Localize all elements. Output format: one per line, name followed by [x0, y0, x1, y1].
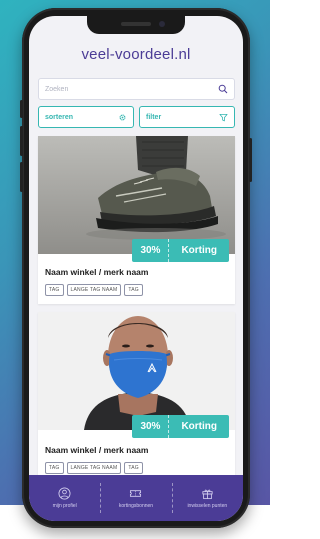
funnel-icon — [219, 113, 228, 121]
search-input[interactable]: Zoeken — [38, 78, 235, 100]
user-icon — [58, 487, 71, 500]
app-logo[interactable]: veel-voordeel.nl — [81, 46, 190, 63]
app-header: veel-voordeel.nl — [29, 34, 243, 74]
gift-icon — [202, 489, 213, 500]
discount-label: Korting — [181, 421, 217, 432]
gear-icon — [119, 114, 126, 120]
phone-notch — [87, 16, 185, 34]
filter-button[interactable]: filter — [139, 106, 235, 128]
phone-side-button — [20, 100, 23, 118]
tag[interactable]: LANGE TAG NAAM — [66, 284, 122, 296]
discount-percentage: 30% — [132, 239, 170, 262]
tag-list: TAG LANGE TAG NAAM TAG — [45, 462, 143, 474]
nav-label: inwisselen punten — [187, 503, 228, 509]
discount-badge[interactable]: 30% Korting — [132, 239, 229, 262]
nav-label: mijn profiel — [52, 503, 77, 509]
phone-volume-up — [20, 126, 23, 156]
card-title: Naam winkel / merk naam — [45, 267, 149, 277]
discount-percentage: 30% — [132, 415, 170, 438]
sort-label: sorteren — [45, 113, 74, 121]
search-placeholder: Zoeken — [45, 85, 69, 93]
sort-button[interactable]: sorteren — [38, 106, 134, 128]
discount-badge[interactable]: 30% Korting — [132, 415, 229, 438]
tag-list: TAG LANGE TAG NAAM TAG — [45, 284, 143, 296]
front-camera — [159, 21, 165, 27]
phone-power-button — [249, 138, 252, 182]
nav-label: kortingsbonnen — [118, 503, 154, 509]
filter-bar: sorteren filter — [38, 106, 235, 128]
filter-label: filter — [146, 113, 162, 121]
discount-label: Korting — [181, 245, 217, 256]
nav-item-redeem-points[interactable]: inwisselen punten — [171, 475, 243, 521]
tag[interactable]: TAG — [124, 284, 143, 296]
bottom-navigation: mijn profiel kortingsbonnen inwisselen p… — [29, 475, 243, 521]
deal-card[interactable]: 30% Korting Naam winkel / merk naam TAG … — [38, 312, 235, 482]
product-image-sneaker — [38, 136, 235, 254]
tag[interactable]: TAG — [45, 462, 64, 474]
product-image-face-mask — [38, 312, 235, 430]
coupon-icon — [130, 490, 142, 497]
phone-screen: veel-voordeel.nl Zoeken sorteren filter — [29, 16, 243, 521]
tag[interactable]: LANGE TAG NAAM — [66, 462, 122, 474]
phone-volume-down — [20, 162, 23, 192]
search-icon — [218, 84, 228, 94]
tag[interactable]: TAG — [124, 462, 143, 474]
nav-item-profile[interactable]: mijn profiel — [29, 475, 100, 521]
speaker-grille — [121, 22, 151, 26]
deal-card[interactable]: 30% Korting Naam winkel / merk naam TAG … — [38, 136, 235, 304]
nav-item-coupons[interactable]: kortingsbonnen — [100, 475, 171, 521]
tag[interactable]: TAG — [45, 284, 64, 296]
card-title: Naam winkel / merk naam — [45, 445, 149, 455]
